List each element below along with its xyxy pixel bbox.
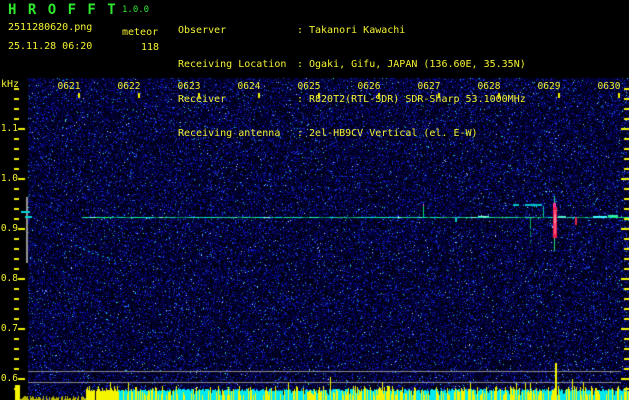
station-info: Observer : Takanori Kawachi Receiving Lo… — [178, 3, 526, 163]
meta-separator: : — [297, 25, 304, 36]
time-tick-label: 0622 — [117, 81, 141, 92]
output-filename: 2511280620.png — [8, 22, 93, 33]
freq-tick-label: 0.6 — [0, 373, 18, 384]
time-tick-label: 0629 — [537, 81, 561, 92]
station-row-receiver: Receiver : R820T2(RTL-SDR) SDR-Sharp 53.… — [178, 94, 526, 106]
time-tick-label: 0625 — [297, 81, 321, 92]
datetime-label: 25.11.28 06:20 — [8, 41, 93, 52]
station-row-observer: Observer : Takanori Kawachi — [178, 25, 526, 37]
time-tick-label: 0626 — [357, 81, 381, 92]
meta-label: Receiving antenna — [178, 128, 281, 140]
meta-separator: : — [297, 128, 304, 140]
time-tick-label: 0623 — [177, 81, 201, 92]
time-tick-label: 0630 — [597, 81, 621, 92]
station-row-location: Receiving Location : Ogaki, Gifu, JAPAN … — [178, 59, 526, 71]
hrofft-window: H R O F F T 1.0.0 2511280620.png meteor … — [0, 0, 629, 400]
app-version: 1.0.0 — [122, 5, 150, 15]
freq-tick-label: 0.8 — [0, 273, 18, 284]
meta-label: Receiving Location — [178, 59, 287, 71]
freq-tick-label: 1.0 — [0, 173, 18, 184]
time-tick-label: 0627 — [417, 81, 441, 92]
app-title: H R O F F T — [8, 2, 118, 18]
echo-count: 118 — [141, 42, 160, 53]
time-tick-label: 0628 — [477, 81, 501, 92]
freq-tick-label: 0.9 — [0, 223, 18, 234]
meta-separator: : — [297, 59, 304, 71]
meta-label: Receiver — [178, 93, 227, 105]
freq-tick-label: 1.1 — [0, 123, 18, 134]
meta-value: 2el-HB9CV Vertical (el. E-W) — [309, 128, 478, 140]
meta-value: Takanori Kawachi — [309, 25, 406, 36]
meta-label: Observer — [178, 25, 227, 36]
meta-value: R820T2(RTL-SDR) SDR-Sharp 53.1000MHz — [309, 93, 526, 105]
frequency-axis-unit: kHz — [1, 79, 20, 90]
meta-separator: : — [297, 93, 304, 105]
station-row-antenna: Receiving antenna : 2el-HB9CV Vertical (… — [178, 128, 526, 140]
mode-label: meteor — [122, 27, 159, 38]
freq-tick-label: 0.7 — [0, 323, 18, 334]
meta-value: Ogaki, Gifu, JAPAN (136.60E, 35.35N) — [309, 59, 526, 71]
time-tick-label: 0621 — [57, 81, 81, 92]
time-tick-label: 0624 — [237, 81, 261, 92]
